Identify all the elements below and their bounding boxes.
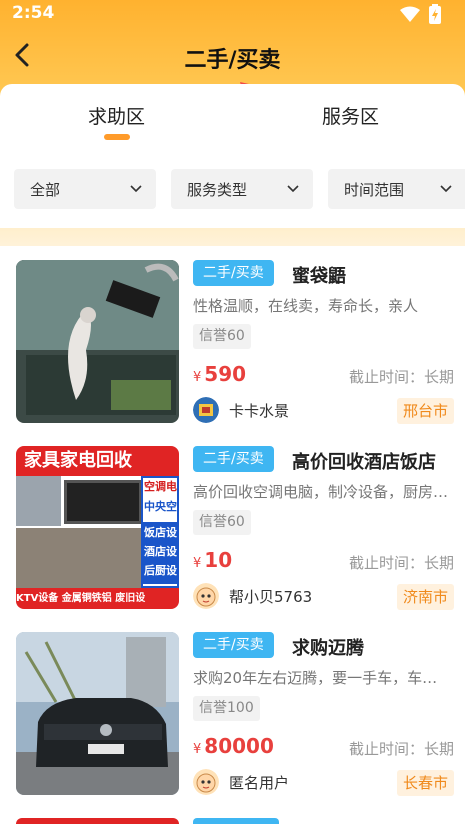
item-title: 高价回收酒店饭店 [292,452,436,473]
item-description: 性格温顺，在线卖，寿命长，亲人 [193,297,419,315]
page-title: 二手/买卖 [184,48,281,73]
item-thumbnail: 家具家电回收 空调电 中央空 饭店设 酒店设 后厨设 KTV设备 金属铜铁铝 废… [16,446,179,609]
city-tag: 济南市 [396,584,454,610]
item-thumbnail [16,632,179,795]
category-badge-partial [193,818,279,824]
thumb-text-2: 中央空 [144,500,177,513]
thumb-text-5: 后厨设 [144,564,177,577]
thumb-text-1: 空调电 [144,480,177,493]
status-time: 2:54 [12,3,55,23]
item-price: ¥590 [193,362,246,386]
category-badge: 二手/买卖 [193,632,274,658]
list-item[interactable]: 二手/买卖 求购迈腾 求购20年左右迈腾，要一手车，车况好 信誉100 ¥800… [0,618,465,804]
nav-bar: 二手/买卖 [0,30,465,80]
thumb-headline: 家具家电回收 [16,446,179,476]
item-price: ¥10 [193,548,232,572]
chevron-down-icon [287,185,299,193]
filter-service-type-label: 服务类型 [187,181,248,199]
price-value: 590 [204,362,247,386]
category-badge: 二手/买卖 [193,260,274,286]
city-tag: 邢台市 [396,398,454,424]
wifi-icon [400,6,420,22]
item-title: 求购迈腾 [292,638,364,659]
tab-help-area[interactable]: 求助区 [88,102,145,129]
user-name: 匿名用户 [229,774,290,792]
credit-tag: 信誉60 [193,324,251,349]
price-value: 10 [204,548,233,572]
city-tag: 长春市 [396,770,454,796]
user-name: 帮小贝5763 [229,588,313,606]
chevron-down-icon [440,185,452,193]
item-description: 求购20年左右迈腾，要一手车，车况好 [193,669,451,687]
tab-service-area[interactable]: 服务区 [322,102,379,129]
list-item[interactable]: 家具家电回收 空调电 中央空 饭店设 酒店设 后厨设 KTV设备 金属铜铁铝 废… [0,432,465,618]
currency-symbol: ¥ [193,556,202,571]
item-title: 蜜袋鼯 [292,266,346,287]
item-deadline: 截止时间：长期 [348,740,454,758]
filter-time-range-dropdown[interactable]: 时间范围 [328,169,465,209]
list-item-partial [16,818,179,824]
filter-service-type-dropdown[interactable]: 服务类型 [171,169,313,209]
listing-list: 二手/买卖 蜜袋鼯 性格温顺，在线卖，寿命长，亲人 信誉60 ¥590 截止时间… [0,246,465,824]
battery-icon [429,4,441,24]
avatar [193,397,219,423]
item-description: 高价回收空调电脑，制冷设备，厨房设备 [193,483,451,501]
credit-tag: 信誉60 [193,510,251,535]
category-badge: 二手/买卖 [193,446,274,472]
thumb-footer: KTV设备 金属铜铁铝 废旧设 [16,588,179,609]
filter-all-dropdown[interactable]: 全部 [14,169,156,209]
status-bar: 2:54 [0,0,465,26]
thumb-text-3: 饭店设 [144,526,177,539]
thumb-text-4: 酒店设 [144,545,177,558]
active-tab-indicator [104,134,130,140]
price-value: 80000 [204,734,274,758]
item-price: ¥80000 [193,734,274,758]
credit-tag: 信誉100 [193,696,260,721]
chevron-down-icon [130,185,142,193]
list-item[interactable]: 二手/买卖 蜜袋鼯 性格温顺，在线卖，寿命长，亲人 信誉60 ¥590 截止时间… [0,246,465,432]
item-deadline: 截止时间：长期 [348,368,454,386]
currency-symbol: ¥ [193,370,202,385]
user-name: 卡卡水景 [229,402,290,420]
avatar [193,769,219,795]
item-deadline: 截止时间：长期 [348,554,454,572]
filter-card: 求助区 服务区 全部 服务类型 时间范围 [0,84,465,228]
item-thumbnail [16,260,179,423]
filter-time-range-label: 时间范围 [344,181,405,199]
filter-all-label: 全部 [30,181,61,199]
currency-symbol: ¥ [193,742,202,757]
avatar [193,583,219,609]
